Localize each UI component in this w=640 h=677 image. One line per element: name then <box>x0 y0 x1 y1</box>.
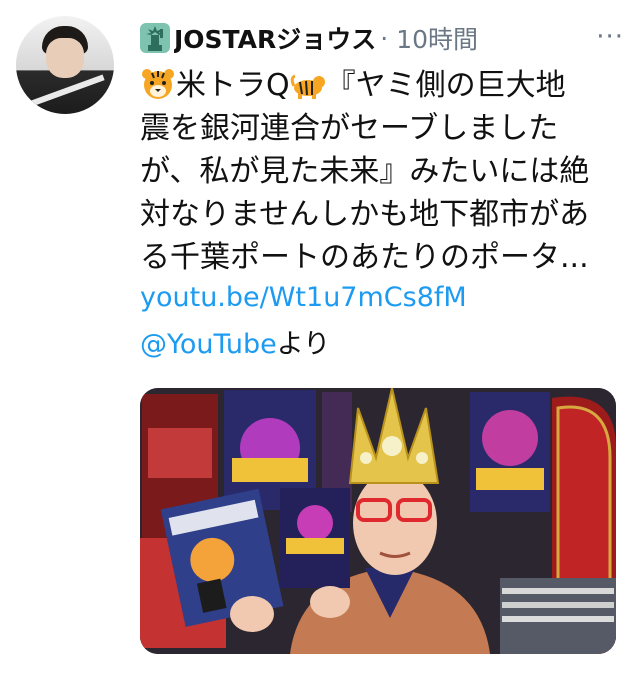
tiger-face-icon <box>142 69 174 99</box>
statue-of-liberty-icon <box>140 23 170 53</box>
person-face <box>353 471 437 575</box>
author-avatar[interactable] <box>16 16 114 114</box>
tweet-line-3: が、私が見た未来』みたいには絶 <box>140 154 590 189</box>
tweet-timestamp[interactable]: 10時間 <box>396 20 478 56</box>
tweet-line-5: る千葉ポートのあたりのポータ... <box>140 240 589 275</box>
tweet-line-1-text: 米トラQ <box>176 68 290 103</box>
tweet-line-4: 対なりませんしかも地下都市があ <box>140 197 590 232</box>
tweet-media-image[interactable] <box>140 388 616 654</box>
via-suffix: より <box>276 329 331 360</box>
avatar-jacket-stripe <box>27 74 105 108</box>
tweet-line-1-rest: 『ヤミ側の巨大地 <box>325 68 566 103</box>
tweet-body: 米トラQ 『ヤミ側の巨大地 震を銀河連合がセーブしました が、私が見た未来』みた… <box>140 64 620 279</box>
author-display-name[interactable]: JOSTARジョウス <box>174 20 376 56</box>
via-youtube: @YouTubeより <box>140 322 330 361</box>
avatar-face <box>46 38 84 78</box>
tweet-line-2: 震を銀河連合がセーブしました <box>140 111 559 146</box>
youtube-url-link[interactable]: youtu.be/Wt1u7mCs8fM <box>140 282 467 313</box>
tweet-line-1: 米トラQ 『ヤミ側の巨大地 <box>140 64 620 107</box>
tiger-icon <box>290 74 325 99</box>
more-options-button[interactable]: ··· <box>596 22 624 52</box>
media-illustration <box>140 388 616 654</box>
tweet-header: JOSTARジョウス · 10時間 ··· <box>140 18 630 58</box>
header-separator: · <box>380 23 389 53</box>
book-center <box>280 488 350 588</box>
youtube-mention-link[interactable]: @YouTube <box>140 329 277 360</box>
